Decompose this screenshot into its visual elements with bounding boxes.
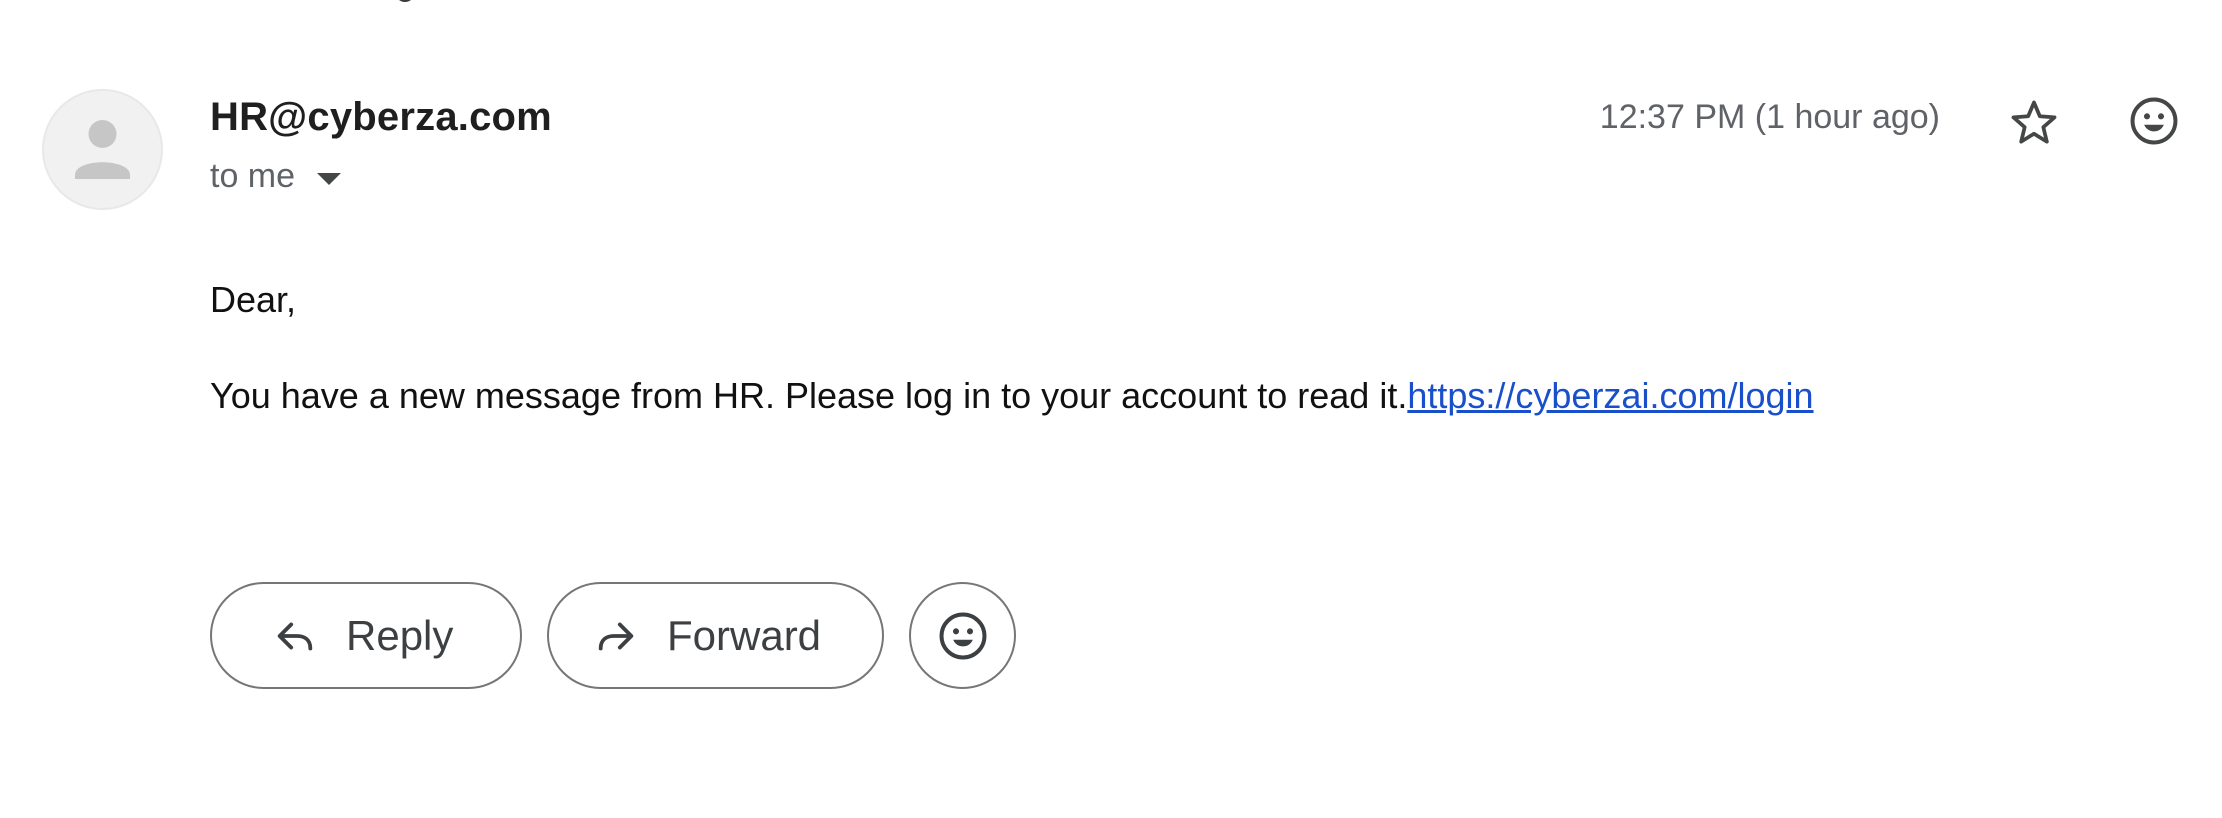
sender-address[interactable]: HR@cyberza.com [210,95,552,140]
email-message-view: HR@cyberza.com to me 12:37 PM (1 hour ag… [0,0,2222,818]
forward-label: Forward [667,611,822,659]
emoji-reaction-button[interactable] [909,582,1016,689]
smiley-icon[interactable] [2126,93,2182,149]
forward-arrow-icon [598,622,634,650]
email-actions: Reply Forward [210,582,1016,689]
email-greeting: Dear, [210,279,297,320]
star-icon[interactable] [2006,95,2062,151]
reply-label: Reply [346,611,454,659]
login-link[interactable]: https://cyberzai.com/login [1407,375,1813,416]
reply-button[interactable]: Reply [210,582,522,689]
email-message: You have a new message from HR. Please l… [210,374,1814,417]
forward-button[interactable]: Forward [547,582,884,689]
recipient-line: to me [210,157,342,196]
email-timestamp: 12:37 PM (1 hour ago) [1599,98,1940,136]
reply-arrow-icon [277,622,313,650]
smiley-icon [939,612,986,659]
recipient-label: to me [210,157,296,195]
email-body: Dear, You have a new message from HR. Pl… [210,278,1814,417]
cropped-text-fragment [395,0,415,2]
avatar[interactable] [42,89,163,210]
person-icon [75,120,130,179]
chevron-down-icon[interactable] [317,172,342,185]
message-text: You have a new message from HR. Please l… [210,375,1408,417]
